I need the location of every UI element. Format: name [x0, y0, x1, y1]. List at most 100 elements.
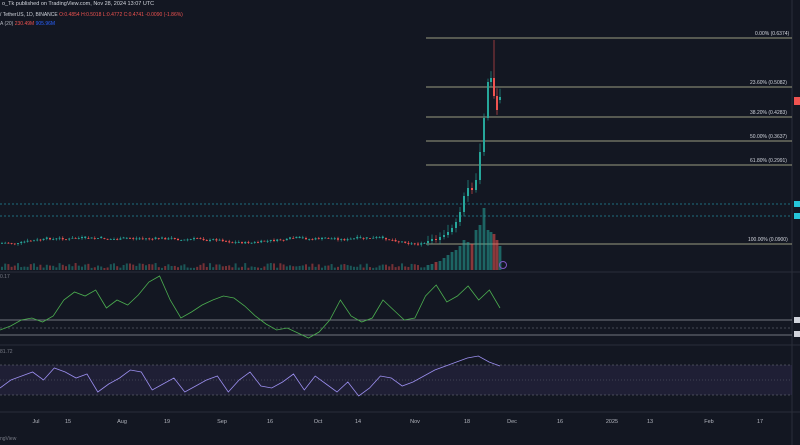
- candle-body: [496, 96, 498, 110]
- candle-body: [180, 240, 183, 241]
- volume-bar: [116, 266, 119, 270]
- volume-bar: [466, 242, 470, 270]
- volume-bar: [49, 265, 51, 270]
- volume-bar: [42, 267, 45, 270]
- volume-bar: [4, 263, 7, 270]
- candle-body: [391, 239, 394, 241]
- volume-bar: [186, 267, 189, 270]
- volume-bar: [135, 265, 138, 270]
- volume-bar: [353, 266, 355, 270]
- candle-body: [167, 238, 170, 240]
- volume-bar: [343, 264, 346, 270]
- candlestick-series[interactable]: [1, 40, 501, 247]
- time-axis[interactable]: Jul 15 Aug 19 Sep 16 Oct 14 Nov 18 Dec 16 2025 13 Feb 1…: [32, 419, 763, 425]
- candle-body: [493, 78, 495, 96]
- volume-bar: [349, 265, 352, 270]
- volume-bar: [87, 263, 90, 270]
- volume-bar: [97, 265, 99, 270]
- indicator-legend[interactable]: 0.17: [0, 274, 10, 280]
- volume-bar: [154, 263, 157, 270]
- brand-text: ngView: [0, 436, 17, 442]
- candle-body: [77, 238, 80, 239]
- volume-bar: [148, 264, 151, 270]
- volume-bar: [250, 266, 253, 270]
- indicator-panel[interactable]: [0, 275, 800, 339]
- candle-body: [212, 239, 215, 240]
- candle-body: [100, 236, 103, 239]
- volume-bar: [157, 267, 160, 270]
- volume-bar: [1, 266, 3, 270]
- candle-body: [13, 243, 16, 245]
- candle-body: [381, 236, 384, 238]
- candle-body: [116, 239, 119, 240]
- candle-body: [311, 239, 314, 240]
- volume-bar: [413, 264, 416, 270]
- volume-bar: [61, 264, 64, 270]
- volume-bar: [391, 264, 394, 270]
- candle-body: [234, 242, 237, 244]
- volume-bar: [253, 266, 256, 270]
- candle-body: [343, 239, 346, 241]
- rsi-legend[interactable]: 81.72: [0, 349, 13, 355]
- candle-body: [253, 242, 256, 243]
- volume-bar: [285, 266, 288, 270]
- volume-bar: [84, 264, 87, 270]
- volume-bar: [260, 267, 263, 270]
- candle-body: [420, 243, 423, 245]
- volume-bar: [7, 264, 10, 270]
- volume-bar: [173, 265, 176, 270]
- time-axis-label: 17: [757, 419, 763, 425]
- volume-bar: [454, 250, 458, 270]
- candle-body: [205, 240, 208, 241]
- candle-body: [423, 243, 426, 244]
- volume-bar: [218, 264, 221, 270]
- candle-body: [186, 239, 189, 241]
- candle-body: [273, 239, 275, 241]
- volume-bar: [132, 264, 135, 270]
- volume-bar: [225, 266, 227, 270]
- volume-bar: [215, 264, 218, 270]
- candle-body: [231, 242, 234, 244]
- volume-bar: [161, 267, 163, 270]
- volume-bar: [381, 264, 384, 270]
- volume-bar: [119, 267, 122, 270]
- candle-body: [285, 238, 288, 241]
- chart-canvas[interactable]: 0.00% (0.6374) 23.60% (0.5082) 38.20% (0…: [0, 0, 800, 445]
- volume-bar: [71, 266, 74, 270]
- volume-bar: [394, 267, 397, 270]
- volume-bar: [330, 264, 333, 270]
- rsi-panel[interactable]: [0, 355, 792, 397]
- volume-bar: [26, 266, 29, 270]
- candle-body: [365, 237, 368, 239]
- volume-bar: [55, 267, 58, 270]
- candle-body: [183, 239, 186, 241]
- volume-bar: [10, 266, 13, 270]
- volume-bar: [141, 263, 144, 270]
- volume-bar: [113, 263, 115, 270]
- volume-bar: [39, 264, 42, 270]
- volume-bar: [482, 208, 486, 270]
- candle-body: [276, 239, 279, 241]
- last-price-badge: [794, 97, 800, 105]
- candle-body: [33, 240, 35, 242]
- candle-body: [295, 236, 298, 239]
- volume-bar: [77, 265, 80, 270]
- candle-body: [431, 239, 433, 241]
- candle-body: [475, 180, 477, 190]
- fib-retracement[interactable]: 0.00% (0.6374) 23.60% (0.5082) 38.20% (0…: [426, 31, 792, 245]
- volume-bar: [486, 230, 490, 270]
- candle-body: [353, 238, 355, 240]
- volume-bar: [45, 264, 48, 270]
- volume-bar: [244, 263, 247, 270]
- volume-bar: [356, 266, 359, 270]
- candle-body: [148, 238, 151, 240]
- volume-bar: [68, 264, 71, 270]
- volume-bar: [458, 246, 462, 270]
- candle-body: [447, 232, 449, 235]
- volume-bar: [378, 265, 381, 270]
- volume-bar: [241, 266, 243, 270]
- time-axis-label: Feb: [704, 419, 713, 425]
- volume-bar: [170, 266, 173, 270]
- candle-body: [87, 238, 90, 239]
- candle-body: [244, 241, 247, 244]
